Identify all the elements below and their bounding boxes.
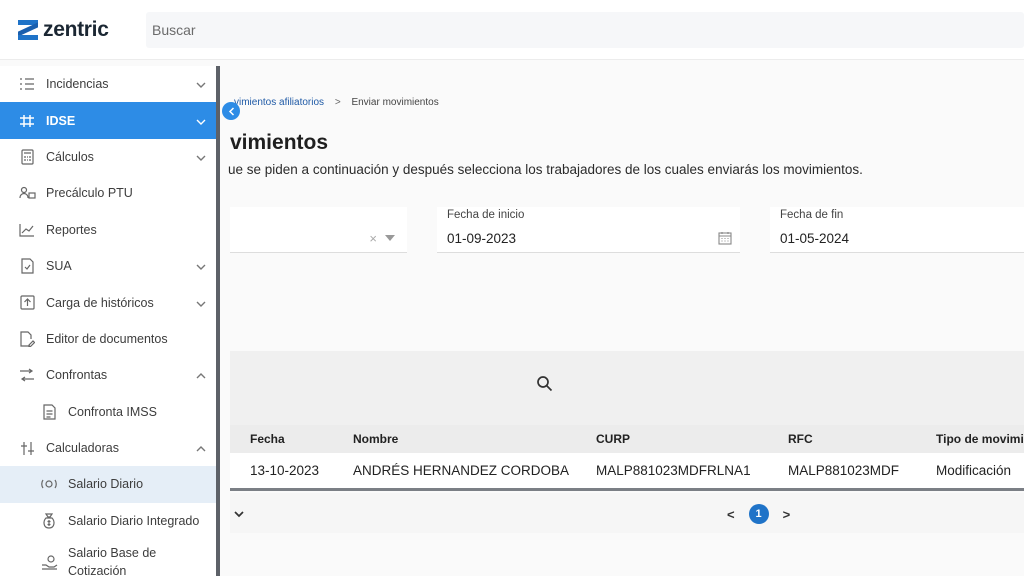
chevron-up-icon	[196, 368, 206, 382]
app-logo[interactable]: zentric	[18, 18, 138, 42]
select-field[interactable]: ×	[230, 207, 407, 253]
sidebar-item-precalculo-ptu[interactable]: Precálculo PTU	[0, 175, 216, 211]
caret-down-icon[interactable]	[385, 235, 395, 241]
cell-curp: MALP881023MDFRLNA1	[596, 463, 751, 478]
sliders-icon	[18, 439, 36, 457]
hand-money-icon	[40, 553, 58, 571]
breadcrumb: vimientos afiliatorios > Enviar movimien…	[234, 97, 439, 108]
sidebar-collapse-button[interactable]	[222, 102, 240, 120]
calculator-icon	[18, 148, 36, 166]
sidebar-item-calculos[interactable]: Cálculos	[0, 139, 216, 175]
cell-nombre: ANDRÉS HERNANDEZ CORDOBA	[353, 463, 570, 478]
sidebar-item-confronta-imss[interactable]: Confronta IMSS	[0, 394, 216, 430]
list-check-icon	[18, 75, 36, 93]
search-icon[interactable]	[536, 375, 554, 393]
pagination: < 1 >	[727, 504, 790, 524]
page-button-current[interactable]: 1	[748, 504, 769, 524]
arrows-icon	[18, 112, 36, 130]
global-search[interactable]	[146, 11, 1024, 48]
chart-line-icon	[18, 221, 36, 239]
calendar-icon[interactable]	[718, 231, 732, 250]
sidebar-item-label: Salario Base de Cotización	[68, 546, 157, 576]
upload-box-icon	[18, 294, 36, 312]
sidebar-item-sua[interactable]: SUA	[0, 248, 216, 284]
table-header-row: Fecha Nombre CURP RFC Tipo de movimi	[230, 425, 1024, 453]
sidebar-item-label: Cálculos	[46, 149, 94, 164]
sidebar-item-label: Confrontas	[46, 368, 108, 383]
start-date-field[interactable]: Fecha de inicio 01-09-2023	[437, 207, 740, 253]
money-bag-icon	[40, 512, 58, 530]
sidebar-item-salario-diario-integrado[interactable]: Salario Diario Integrado	[0, 503, 216, 539]
logo-text: zentric	[43, 17, 109, 41]
sidebar-item-label: IDSE	[46, 113, 76, 128]
sidebar-item-salario-diario[interactable]: Salario Diario	[0, 466, 216, 503]
sidebar-item-label: Confronta IMSS	[68, 404, 157, 419]
column-header-rfc[interactable]: RFC	[788, 432, 813, 446]
end-date-label: Fecha de fin	[780, 209, 844, 221]
sidebar-item-label: Salario Diario	[68, 477, 144, 492]
chevron-down-icon	[196, 150, 206, 164]
table-row[interactable]: 13-10-2023 ANDRÉS HERNANDEZ CORDOBA MALP…	[230, 453, 1024, 491]
sidebar-item-incidencias[interactable]: Incidencias	[0, 66, 216, 102]
clear-icon[interactable]: ×	[369, 231, 377, 246]
document-icon	[40, 403, 58, 421]
sidebar-item-calculadoras[interactable]: Calculadoras	[0, 430, 216, 466]
table-footer: < 1 >	[230, 493, 1024, 533]
cell-tipo: Modificación	[936, 463, 1012, 478]
column-header-curp[interactable]: CURP	[596, 432, 630, 446]
cell-fecha: 13-10-2023	[250, 463, 320, 478]
sidebar: Incidencias IDSE Cálculos Precálculo PTU…	[0, 66, 220, 576]
prev-page-button[interactable]: <	[727, 507, 735, 522]
document-check-icon	[18, 257, 36, 275]
column-header-nombre[interactable]: Nombre	[353, 432, 398, 446]
chevron-down-icon[interactable]	[234, 507, 244, 521]
chevron-down-icon	[196, 259, 206, 273]
sidebar-item-label: Incidencias	[46, 77, 109, 92]
chevron-left-icon	[228, 106, 234, 116]
breadcrumb-current: Enviar movimientos	[351, 97, 439, 108]
main-content: vimientos afiliatorios > Enviar movimien…	[224, 61, 1024, 576]
sidebar-item-carga-historicos[interactable]: Carga de históricos	[0, 284, 216, 320]
end-date-field[interactable]: Fecha de fin 01-05-2024	[770, 207, 1024, 253]
cell-rfc: MALP881023MDF	[788, 463, 900, 478]
sidebar-item-idse[interactable]: IDSE	[0, 102, 216, 139]
sidebar-item-label: Carga de históricos	[46, 295, 154, 310]
sidebar-item-label: Reportes	[46, 222, 97, 237]
next-page-button[interactable]: >	[783, 507, 791, 522]
start-date-label: Fecha de inicio	[447, 209, 525, 221]
breadcrumb-separator: >	[334, 97, 341, 108]
people-money-icon	[18, 184, 36, 202]
logo-mark-icon	[18, 19, 38, 41]
chevron-down-icon	[196, 77, 206, 91]
compare-icon	[18, 366, 36, 384]
sidebar-item-salario-base-cotizacion[interactable]: Salario Base de Cotización	[0, 539, 216, 576]
chevron-down-icon	[196, 296, 206, 310]
column-header-tipo[interactable]: Tipo de movimi	[936, 432, 1024, 446]
top-bar: zentric	[0, 0, 1024, 60]
chevron-up-icon	[196, 441, 206, 455]
page-description: ue se piden a continuación y después sel…	[228, 162, 863, 177]
sidebar-item-label: Calculadoras	[46, 441, 119, 456]
sidebar-item-label: SUA	[46, 259, 72, 274]
sidebar-item-label: Editor de documentos	[46, 331, 168, 346]
start-date-value[interactable]: 01-09-2023	[447, 231, 516, 246]
search-input[interactable]	[152, 21, 1024, 38]
sidebar-item-label: Salario Diario Integrado	[68, 513, 200, 528]
sidebar-item-confrontas[interactable]: Confrontas	[0, 357, 216, 393]
page-title: vimientos	[230, 131, 329, 154]
column-header-fecha[interactable]: Fecha	[250, 432, 285, 446]
sidebar-item-editor-documentos[interactable]: Editor de documentos	[0, 321, 216, 357]
money-icon	[40, 475, 58, 493]
sidebar-item-label: Precálculo PTU	[46, 186, 133, 201]
document-edit-icon	[18, 330, 36, 348]
sidebar-item-reportes[interactable]: Reportes	[0, 212, 216, 248]
end-date-value[interactable]: 01-05-2024	[780, 231, 849, 246]
breadcrumb-parent-link[interactable]: vimientos afiliatorios	[234, 97, 324, 108]
movements-table: Fecha Nombre CURP RFC Tipo de movimi 13-…	[230, 425, 1024, 491]
chevron-down-icon	[196, 114, 206, 128]
